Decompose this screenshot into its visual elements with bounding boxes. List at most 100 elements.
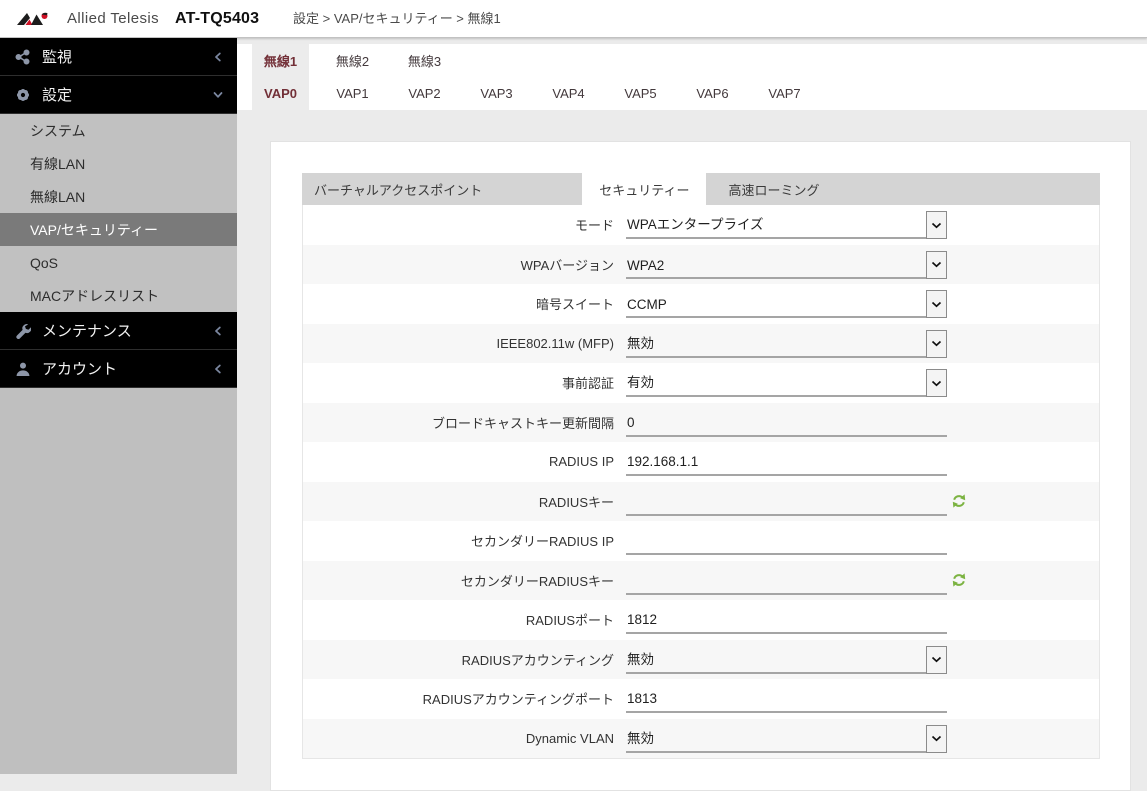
tab-vap6[interactable]: VAP6 <box>684 77 741 110</box>
regenerate-key-button[interactable] <box>951 493 967 509</box>
sidebar-subitem-system[interactable]: システム <box>0 114 237 147</box>
input-radius-accounting-port[interactable] <box>626 682 947 711</box>
panel-tab-bar: バーチャルアクセスポイント セキュリティー高速ローミング <box>302 173 1100 205</box>
tab-vap1[interactable]: VAP1 <box>324 77 381 110</box>
sidebar-subitem-mac-address-list[interactable]: MACアドレスリスト <box>0 279 237 312</box>
chevron-down-icon <box>213 90 223 100</box>
tab-radio2[interactable]: 無線2 <box>324 44 381 77</box>
tab-vap5[interactable]: VAP5 <box>612 77 669 110</box>
form-row-radius-accounting-port: RADIUSアカウンティングポート <box>303 679 1099 719</box>
field-label-radius-port: RADIUSポート <box>303 600 626 640</box>
field-value-cell <box>626 561 1099 601</box>
input-wrap-radius-ip <box>626 445 947 476</box>
select-value: WPAエンタープライズ <box>626 213 765 237</box>
select-dropdown-button[interactable] <box>926 290 947 318</box>
form-row-broadcast-key-interval: ブロードキャストキー更新間隔 <box>303 403 1099 443</box>
chevron-left-icon <box>213 364 223 374</box>
input-radius-port[interactable] <box>626 603 947 632</box>
form-row-radius-key: RADIUSキー <box>303 482 1099 522</box>
select-dropdown-button[interactable] <box>926 330 947 358</box>
tab-spacer <box>494 173 582 205</box>
select-pre-auth[interactable]: 有効 <box>626 366 947 397</box>
field-value-cell: 有効 <box>626 363 1099 403</box>
field-value-cell: 無効 <box>626 324 1099 364</box>
user-icon <box>15 361 31 377</box>
tab-vap3[interactable]: VAP3 <box>468 77 525 110</box>
sidebar-item-account[interactable]: アカウント <box>0 350 237 388</box>
field-label-dynamic-vlan: Dynamic VLAN <box>303 719 626 759</box>
sidebar-subitem-qos[interactable]: QoS <box>0 246 237 279</box>
wrench-icon <box>14 323 31 339</box>
device-model: AT-TQ5403 <box>175 10 259 28</box>
select-value: CCMP <box>626 297 668 316</box>
sidebar-item-monitoring[interactable]: 監視 <box>0 38 237 76</box>
share-icon <box>15 49 31 65</box>
select-dropdown-button[interactable] <box>926 646 947 674</box>
wrench-icon <box>15 323 31 339</box>
field-label-radius-accounting: RADIUSアカウンティング <box>303 640 626 680</box>
select-radius-accounting[interactable]: 無効 <box>626 643 947 674</box>
sidebar-item-settings[interactable]: 設定 <box>0 76 237 114</box>
select-mfp[interactable]: 無効 <box>626 327 947 358</box>
select-value: 無効 <box>626 727 655 751</box>
content-panel: バーチャルアクセスポイント セキュリティー高速ローミング モードWPAエンタープラ… <box>270 141 1131 791</box>
form-row-wpa-version: WPAバージョンWPA2 <box>303 245 1099 285</box>
field-label-mfp: IEEE802.11w (MFP) <box>303 324 626 364</box>
field-value-cell <box>626 521 1099 561</box>
chevron-left-icon <box>213 52 223 62</box>
input-radius-ip[interactable] <box>626 445 947 474</box>
form-wrap: バーチャルアクセスポイント セキュリティー高速ローミング モードWPAエンタープラ… <box>302 173 1100 759</box>
brand-name: Allied Telesis <box>67 10 159 27</box>
security-form: モードWPAエンタープライズ WPAバージョンWPA2暗号スイートCCMPIEEE… <box>302 205 1100 759</box>
tab-radio3[interactable]: 無線3 <box>396 44 453 77</box>
select-value: 無効 <box>626 648 655 672</box>
input-radius-key[interactable] <box>626 485 947 514</box>
select-value: WPA2 <box>626 258 665 277</box>
field-value-cell: 無効 <box>626 640 1099 680</box>
field-value-cell: WPAエンタープライズ <box>626 205 1099 245</box>
tabs-block: 無線1 無線2 無線3 VAP0 VAP1 VAP2 VAP3 VAP4 VAP5 VAP6 VA… <box>237 44 1147 110</box>
select-dropdown-button[interactable] <box>926 369 947 397</box>
field-value-cell <box>626 679 1099 719</box>
share-icon <box>14 49 31 65</box>
tab-vap0[interactable]: VAP0 <box>252 77 309 110</box>
refresh-icon <box>951 493 967 509</box>
field-label-cipher-suite: 暗号スイート <box>303 284 626 324</box>
input-wrap-broadcast-key-interval <box>626 406 947 437</box>
select-dropdown-button[interactable] <box>926 251 947 279</box>
field-value-cell: 無効 <box>626 719 1099 759</box>
sidebar-item-maintenance[interactable]: メンテナンス <box>0 312 237 350</box>
chevron-down-icon <box>931 656 942 663</box>
chevron-left-icon <box>213 52 223 62</box>
allied-telesis-mark <box>16 10 62 28</box>
select-dropdown-button[interactable] <box>926 211 947 239</box>
sidebar-filler <box>0 388 237 774</box>
field-value-cell <box>626 442 1099 482</box>
panel-tab-fast-roaming[interactable]: 高速ローミング <box>716 173 831 205</box>
select-dynamic-vlan[interactable]: 無効 <box>626 722 947 753</box>
select-mode[interactable]: WPAエンタープライズ <box>626 208 947 239</box>
tab-vap2[interactable]: VAP2 <box>396 77 453 110</box>
field-label-mode: モード <box>303 205 626 245</box>
input-secondary-radius-key[interactable] <box>626 564 947 593</box>
sidebar-subitem-vap-security[interactable]: VAP/セキュリティー <box>0 213 237 246</box>
regenerate-key-button[interactable] <box>951 572 967 588</box>
panel-tab-virtual-access-point[interactable]: バーチャルアクセスポイント <box>302 173 494 205</box>
sidebar-subitem-wireless-lan[interactable]: 無線LAN <box>0 180 237 213</box>
sidebar-subitem-wired-lan[interactable]: 有線LAN <box>0 147 237 180</box>
tab-radio1[interactable]: 無線1 <box>252 44 309 77</box>
tab-spacer <box>706 173 716 205</box>
chevron-left-icon <box>213 326 223 336</box>
select-dropdown-button[interactable] <box>926 725 947 753</box>
select-wpa-version[interactable]: WPA2 <box>626 248 947 279</box>
tab-vap4[interactable]: VAP4 <box>540 77 597 110</box>
input-broadcast-key-interval[interactable] <box>626 406 947 435</box>
form-row-radius-accounting: RADIUSアカウンティング無効 <box>303 640 1099 680</box>
select-cipher-suite[interactable]: CCMP <box>626 287 947 318</box>
input-secondary-radius-ip[interactable] <box>626 524 947 553</box>
radio-tab-row: 無線1 無線2 無線3 <box>237 44 1147 77</box>
field-label-radius-key: RADIUSキー <box>303 482 626 522</box>
tab-vap7[interactable]: VAP7 <box>756 77 813 110</box>
panel-tab-security[interactable]: セキュリティー <box>582 173 706 205</box>
sidebar-item-label: メンテナンス <box>42 320 213 341</box>
